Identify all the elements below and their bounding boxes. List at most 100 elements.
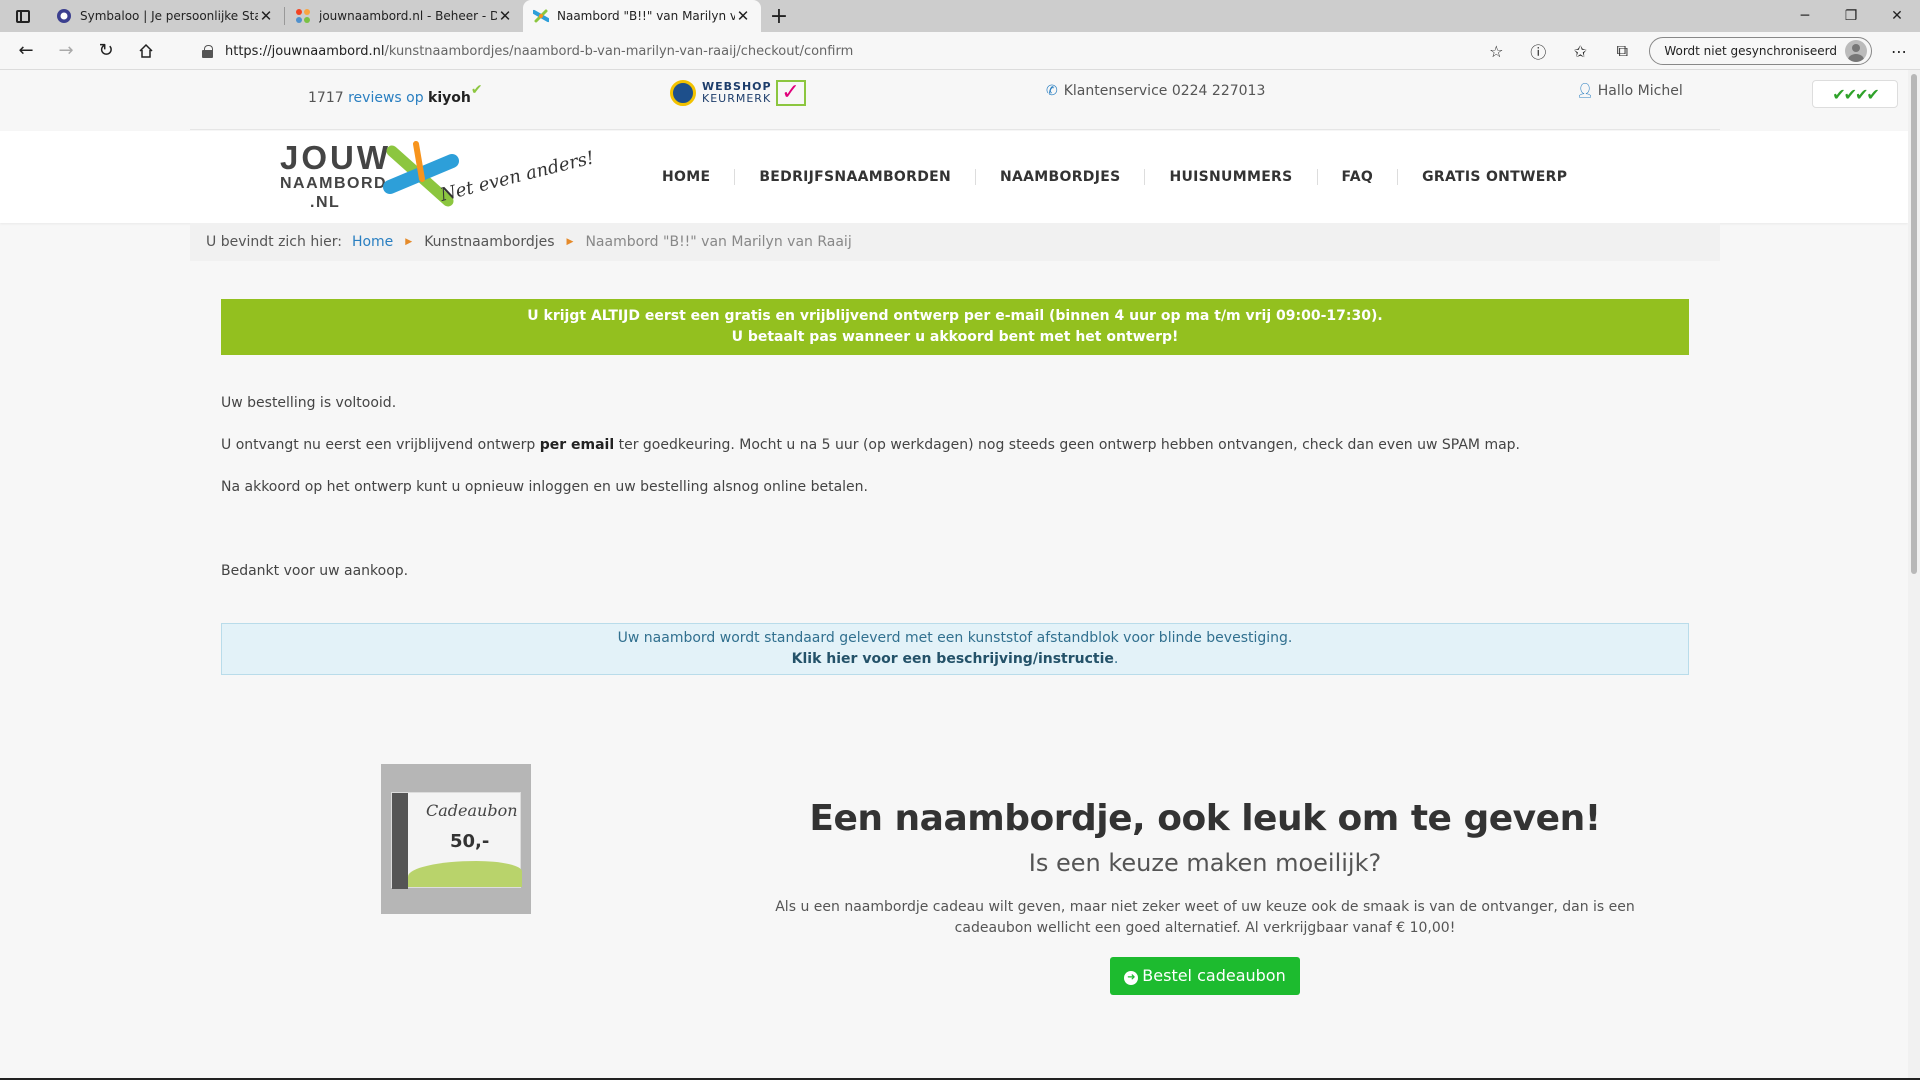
giftcard-card: Cadeaubon 50,- [391, 792, 522, 889]
avatar [1845, 40, 1867, 62]
giftcard-title: Cadeaubon [426, 801, 518, 820]
user-greeting[interactable]: 👤︎ Hallo Michel [1576, 83, 1683, 99]
new-tab-button[interactable]: + [761, 0, 797, 32]
reviews-count: 1717 [308, 90, 344, 106]
favorites-button[interactable]: ✩ [1559, 35, 1601, 67]
logo-slogan: Net even anders! [437, 147, 596, 206]
gift-description: Als u een naambordje cadeau wilt geven, … [775, 899, 1635, 936]
site-logo[interactable]: JOUW NAAMBORD .NL Net even anders! [280, 139, 620, 219]
order-payment-text: Na akkoord op het ontwerp kunt u opnieuw… [221, 479, 868, 495]
close-icon: ✕ [1891, 8, 1903, 24]
breadcrumb-arrow-icon: ▶ [405, 237, 413, 247]
site-header: JOUW NAAMBORD .NL Net even anders! HOME … [0, 131, 1908, 223]
lock-icon [202, 44, 213, 58]
browser-tab-symbaloo[interactable]: Symbaloo | Je persoonlijke Startpagina ✕ [46, 0, 284, 32]
more-icon: ⋯ [1891, 41, 1907, 61]
home-button[interactable] [126, 35, 166, 67]
keurmerk-check-icon: ✓ [775, 80, 806, 106]
forward-button[interactable]: → [46, 35, 86, 67]
breadcrumb-arrow-icon: ▶ [566, 237, 574, 247]
tab-actions-button[interactable] [0, 0, 46, 32]
keurmerk-text: WEBSHOP KEURMERK [702, 81, 772, 105]
order-complete-text: Uw bestelling is voltooid. [221, 395, 397, 411]
gift-heading: Een naambordje, ook leuk om te geven! [809, 798, 1601, 839]
kiyoh-check-icon: ✔ [470, 82, 483, 98]
breadcrumb-category[interactable]: Kunstnaambordjes [424, 234, 554, 250]
nav-home[interactable]: HOME [638, 169, 734, 185]
tracking-prevention-button[interactable]: ⓘ [1517, 35, 1559, 67]
page-scrollbar[interactable] [1908, 70, 1920, 1080]
breadcrumb-current: Naambord "B!!" van Marilyn van Raaij [585, 234, 852, 250]
customer-service[interactable]: ✆ Klantenservice 0224 227013 [1046, 83, 1265, 99]
arrow-right-icon: → [58, 40, 74, 61]
nav-faq[interactable]: FAQ [1316, 169, 1398, 185]
breadcrumb-prefix: U bevindt zich hier: [206, 234, 342, 250]
promo-line2: U betaalt pas wanneer u akkoord bent met… [731, 329, 1179, 345]
browser-tools: ☆ ⓘ ✩ ⧉ Wordt niet gesynchroniseerd ⋯ [1475, 32, 1920, 70]
plus-icon: + [769, 3, 789, 29]
url-domain: https://jouwnaambord.nl [225, 43, 385, 59]
service-text: Klantenservice 0224 227013 [1063, 83, 1266, 99]
close-tab-icon[interactable]: ✕ [735, 7, 751, 25]
kiyoh-brand: kiyoh [428, 90, 471, 106]
user-icon: 👤︎ [1576, 83, 1594, 99]
nav-huisnummers[interactable]: HUISNUMMERS [1144, 169, 1316, 185]
main-navigation: HOME BEDRIJFSNAAMBORDEN NAAMBORDJES HUIS… [638, 131, 1591, 223]
keurmerk-line2: KEURMERK [702, 92, 772, 105]
sync-label: Wordt niet gesynchroniseerd [1664, 44, 1837, 58]
top-info-strip: 1717 reviews op kiyoh✔ WEBSHOP KEURMERK … [190, 70, 1898, 130]
nav-bedrijfsnaamborden[interactable]: BEDRIJFSNAAMBORDEN [734, 169, 975, 185]
close-tab-icon[interactable]: ✕ [258, 7, 274, 25]
star-plus-icon: ☆ [1489, 41, 1504, 61]
keurmerk-seal-icon [670, 80, 696, 106]
favorites-icon: ✩ [1573, 41, 1588, 61]
webshop-keurmerk-logo[interactable]: WEBSHOP KEURMERK ✓ [670, 80, 806, 106]
joomla-icon [295, 8, 311, 24]
address-bar[interactable]: https://jouwnaambord.nl/kunstnaambordjes… [188, 35, 1508, 67]
mounting-info-alert: Uw naambord wordt standaard geleverd met… [221, 623, 1689, 675]
instruction-link[interactable]: Klik hier voor een beschrijving/instruct… [792, 651, 1114, 667]
arrow-circle-right-icon: ➜ [1124, 971, 1139, 985]
collections-icon: ⧉ [1616, 41, 1629, 60]
refresh-button[interactable]: ↻ [86, 35, 126, 67]
phone-icon: ✆ [1046, 83, 1058, 99]
order-giftcard-label: Bestel cadeaubon [1142, 966, 1286, 985]
nav-gratis-ontwerp[interactable]: GRATIS ONTWERP [1397, 169, 1591, 185]
back-button[interactable]: ← [6, 35, 46, 67]
settings-menu-button[interactable]: ⋯ [1878, 35, 1920, 67]
logo-line3: .NL [310, 194, 340, 211]
gift-subheading: Is een keuze maken moeilijk? [1028, 849, 1382, 877]
restore-icon: ❐ [1844, 8, 1858, 24]
browser-tab-naambord[interactable]: Naambord "B!!" van Marilyn van Raaij ✕ [523, 0, 761, 32]
tab-actions-icon [16, 9, 30, 23]
close-tab-icon[interactable]: ✕ [497, 7, 513, 25]
info-circle-icon: ⓘ [1530, 43, 1547, 62]
design-text-bold: per email [539, 437, 615, 453]
close-window-button[interactable]: ✕ [1874, 0, 1920, 32]
promo-banner: U krijgt ALTIJD eerst een gratis en vrij… [221, 299, 1689, 355]
add-favorite-button[interactable]: ☆ [1475, 35, 1517, 67]
order-giftcard-button[interactable]: ➜ Bestel cadeaubon [1110, 957, 1300, 995]
minimize-button[interactable]: ─ [1782, 0, 1828, 32]
nav-naambordjes[interactable]: NAAMBORDJES [975, 169, 1144, 185]
symbaloo-icon [56, 8, 72, 24]
profile-sync-button[interactable]: Wordt niet gesynchroniseerd [1649, 37, 1872, 65]
restore-button[interactable]: ❐ [1828, 0, 1874, 32]
web-page: 1717 reviews op kiyoh✔ WEBSHOP KEURMERK … [0, 70, 1908, 1080]
design-text-part1: U ontvangt nu eerst een vrijblijvend ont… [221, 437, 540, 453]
browser-tab-beheer[interactable]: jouwnaambord.nl - Beheer - Dashboard ✕ [285, 0, 523, 32]
tab-title: Naambord "B!!" van Marilyn van Raaij [557, 9, 735, 23]
collections-button[interactable]: ⧉ [1601, 35, 1643, 67]
breadcrumb: U bevindt zich hier: Home ▶ Kunstnaambor… [190, 223, 1720, 261]
minimize-icon: ─ [1800, 8, 1810, 24]
reviews-text: reviews op [348, 90, 424, 106]
design-text-part2: ter goedkeuring. Mocht u na 5 uur (op we… [614, 437, 1520, 453]
giftcard-wave [408, 861, 522, 887]
promo-line1: U krijgt ALTIJD eerst een gratis en vrij… [527, 308, 1383, 324]
url-path: /kunstnaambordjes/naambord-b-van-marilyn… [384, 43, 854, 59]
breadcrumb-home[interactable]: Home [352, 234, 393, 250]
scrollbar-thumb[interactable] [1911, 74, 1917, 574]
giftcard-image: Cadeaubon 50,- [381, 764, 531, 914]
kiyoh-reviews-link[interactable]: 1717 reviews op kiyoh✔ [308, 82, 483, 106]
info-line1: Uw naambord wordt standaard geleverd met… [617, 630, 1293, 646]
